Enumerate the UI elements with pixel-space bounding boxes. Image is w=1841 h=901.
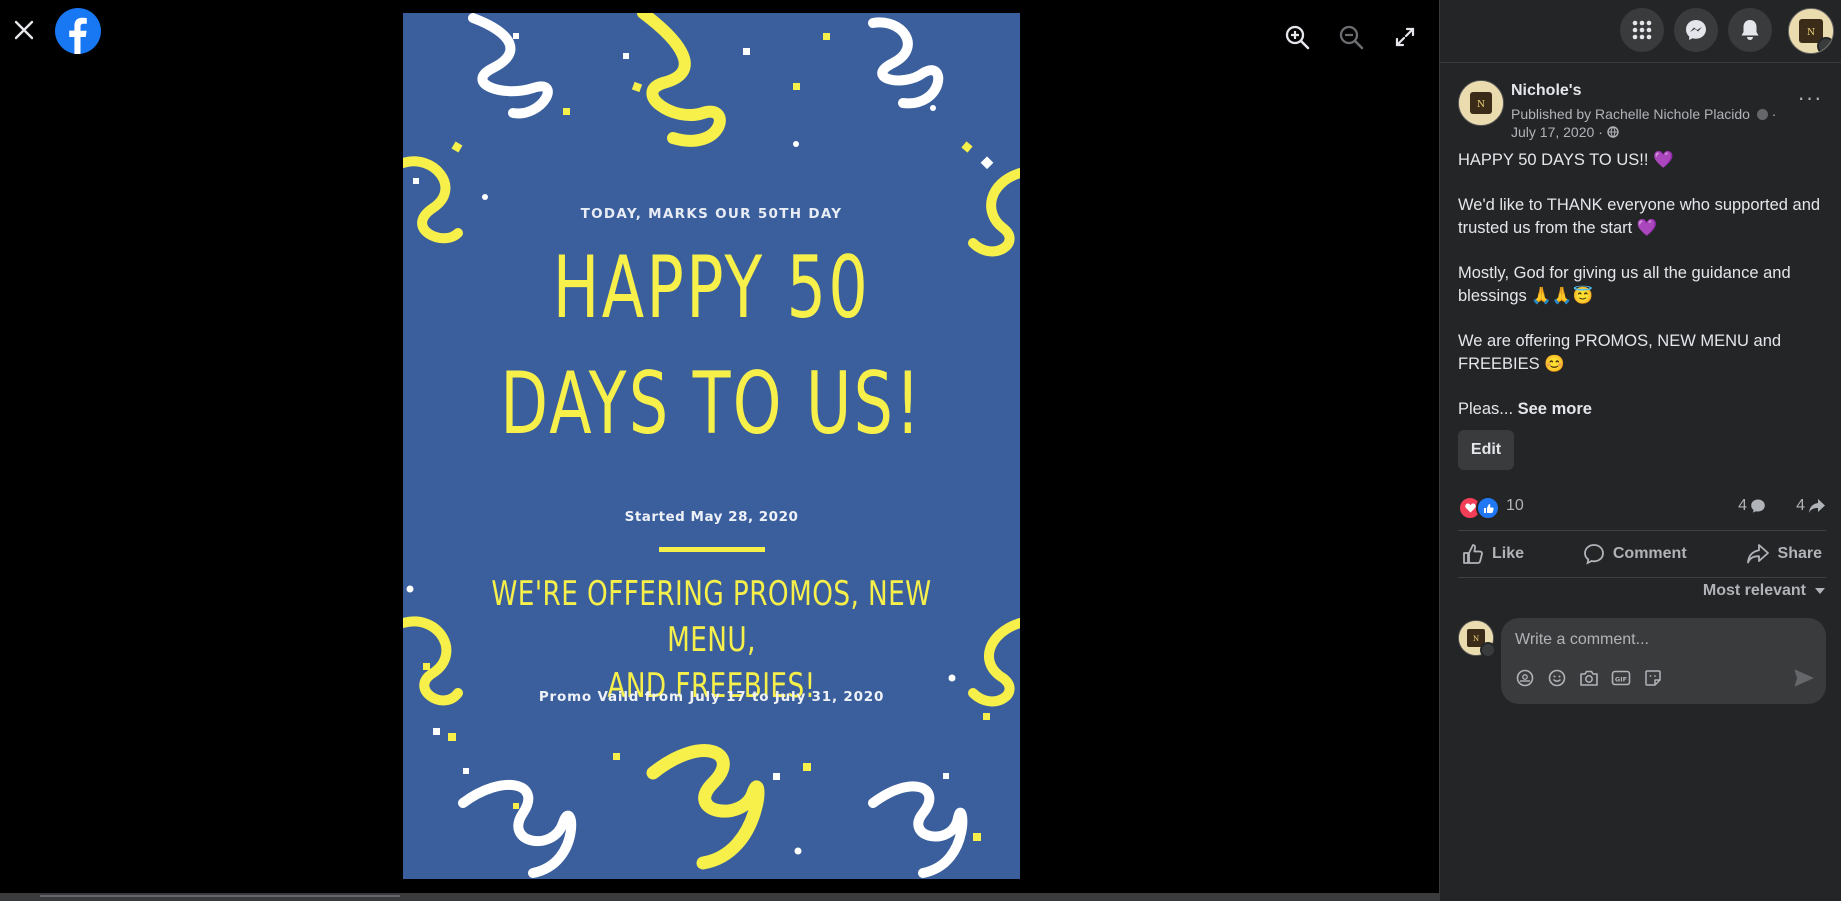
poster-subheading: TODAY, MARKS OUR 50TH DAY <box>580 206 843 222</box>
sticker-icon[interactable] <box>1641 668 1665 688</box>
help-icon[interactable] <box>1756 109 1768 120</box>
post-text: HAPPY 50 DAYS TO US!! 💜 We'd like to THA… <box>1458 149 1826 443</box>
post-paragraph: We are offering PROMOS, NEW MENU and FRE… <box>1458 330 1826 376</box>
svg-text:GIF: GIF <box>1615 675 1627 683</box>
post-paragraph: We'd like to THANK everyone who supporte… <box>1458 194 1826 240</box>
reaction-count[interactable]: 10 <box>1506 497 1524 515</box>
comment-button[interactable]: Comment <box>1579 543 1691 565</box>
commenter-avatar[interactable]: N <box>1458 620 1496 658</box>
svg-text:N: N <box>1473 635 1479 643</box>
svg-text:N: N <box>1807 28 1815 38</box>
avatar-sticker-icon[interactable] <box>1513 668 1537 688</box>
poster-start-date: Started May 28, 2020 <box>624 509 799 525</box>
comment-input[interactable] <box>1513 628 1807 652</box>
gif-icon[interactable]: GIF <box>1609 668 1633 688</box>
post-paragraph-text: We are offering PROMOS, NEW MENU and FRE… <box>1458 332 1782 373</box>
send-icon[interactable] <box>1794 669 1814 692</box>
published-by: Published by Rachelle Nichole Placido · <box>1511 106 1776 122</box>
post-photo: TODAY, MARKS OUR 50TH DAY HAPPY 50 DAYS … <box>403 13 1020 879</box>
share-count[interactable]: 4 <box>1796 497 1826 515</box>
fullscreen-icon[interactable] <box>1388 20 1422 54</box>
reaction-icons[interactable] <box>1458 496 1500 520</box>
poster-divider <box>659 547 765 552</box>
page-avatar[interactable]: N <box>1458 80 1504 126</box>
post-actions: Like Comment Share <box>1458 530 1826 578</box>
prayer-emoji: 🙏🙏😇 <box>1531 287 1594 305</box>
like-label: Like <box>1492 545 1525 562</box>
comment-count-number: 4 <box>1738 497 1747 514</box>
post-paragraph-text: Mostly, God for giving us all the guidan… <box>1458 264 1791 305</box>
chevron-down-icon <box>1815 588 1825 594</box>
account-avatar[interactable]: N <box>1788 8 1834 54</box>
facebook-logo-icon[interactable] <box>55 8 101 54</box>
purple-heart-emoji: 💜 <box>1636 219 1658 237</box>
smile-emoji: 😊 <box>1544 355 1565 373</box>
poster-headline-line1: HAPPY 50 <box>552 238 871 338</box>
edit-button[interactable]: Edit <box>1458 430 1514 470</box>
comment-box: GIF <box>1501 618 1826 704</box>
see-more-link[interactable]: See more <box>1518 400 1592 418</box>
svg-text:N: N <box>1477 100 1485 110</box>
poster-validity: Promo Vaild from July 17 to July 31, 202… <box>538 689 885 705</box>
post-date[interactable]: July 17, 2020 <box>1511 124 1594 140</box>
post-paragraph-text: HAPPY 50 DAYS TO US!! <box>1458 151 1649 169</box>
photo-viewer: TODAY, MARKS OUR 50TH DAY HAPPY 50 DAYS … <box>0 0 1439 893</box>
zoom-out-icon[interactable] <box>1334 20 1368 54</box>
like-button[interactable]: Like <box>1458 543 1528 565</box>
like-icon <box>1463 544 1483 564</box>
comment-sort-dropdown[interactable]: Most relevant <box>1703 582 1826 600</box>
page-name[interactable]: Nichole's <box>1511 82 1582 100</box>
purple-heart-emoji: 💜 <box>1653 151 1674 169</box>
zoom-in-icon[interactable] <box>1280 20 1314 54</box>
comment-count[interactable]: 4 <box>1738 497 1766 515</box>
post-side-panel: N N Nichole's Published by Rachelle Nich… <box>1439 0 1841 901</box>
camera-icon[interactable] <box>1577 668 1601 688</box>
like-reaction-icon <box>1476 496 1500 520</box>
share-icon <box>1746 544 1769 564</box>
reactions-bar: 10 4 4 <box>1458 496 1826 520</box>
bottom-strip <box>0 893 1439 901</box>
share-count-number: 4 <box>1796 497 1805 514</box>
poster-headline-line2: DAYS TO US! <box>500 354 923 454</box>
truncated-text: Pleas... <box>1458 400 1514 418</box>
top-navigation: N <box>1440 0 1841 63</box>
close-icon[interactable] <box>10 12 38 48</box>
published-by-text: Published by Rachelle Nichole Placido <box>1511 106 1750 122</box>
commenter-switch-chevron-icon[interactable] <box>1480 642 1496 658</box>
emoji-icon[interactable] <box>1545 668 1569 688</box>
separator-dot: · <box>1598 124 1603 140</box>
post-paragraph: HAPPY 50 DAYS TO US!! 💜 <box>1458 149 1826 172</box>
share-count-icon <box>1809 499 1825 513</box>
post-paragraph-truncated: Pleas... See more <box>1458 398 1826 421</box>
sort-label: Most relevant <box>1702 582 1806 599</box>
menu-grid-icon[interactable] <box>1620 8 1664 52</box>
comment-tools: GIF <box>1513 668 1665 688</box>
comment-label: Comment <box>1612 545 1687 562</box>
share-label: Share <box>1777 545 1822 562</box>
notifications-bell-icon[interactable] <box>1728 8 1772 52</box>
share-button[interactable]: Share <box>1742 543 1826 565</box>
comment-icon <box>1583 544 1604 565</box>
account-menu-chevron-icon[interactable] <box>1817 37 1833 53</box>
poster-offer-line1: WE'RE OFFERING PROMOS, NEW MENU, <box>491 574 932 660</box>
post-paragraph: Mostly, God for giving us all the guidan… <box>1458 262 1826 308</box>
more-options-icon[interactable]: ··· <box>1792 85 1828 110</box>
globe-icon <box>1607 124 1619 140</box>
separator-dot: · <box>1771 106 1777 122</box>
messenger-icon[interactable] <box>1674 8 1718 52</box>
comment-count-icon <box>1751 499 1765 513</box>
post-date-line: July 17, 2020 · <box>1511 124 1619 140</box>
